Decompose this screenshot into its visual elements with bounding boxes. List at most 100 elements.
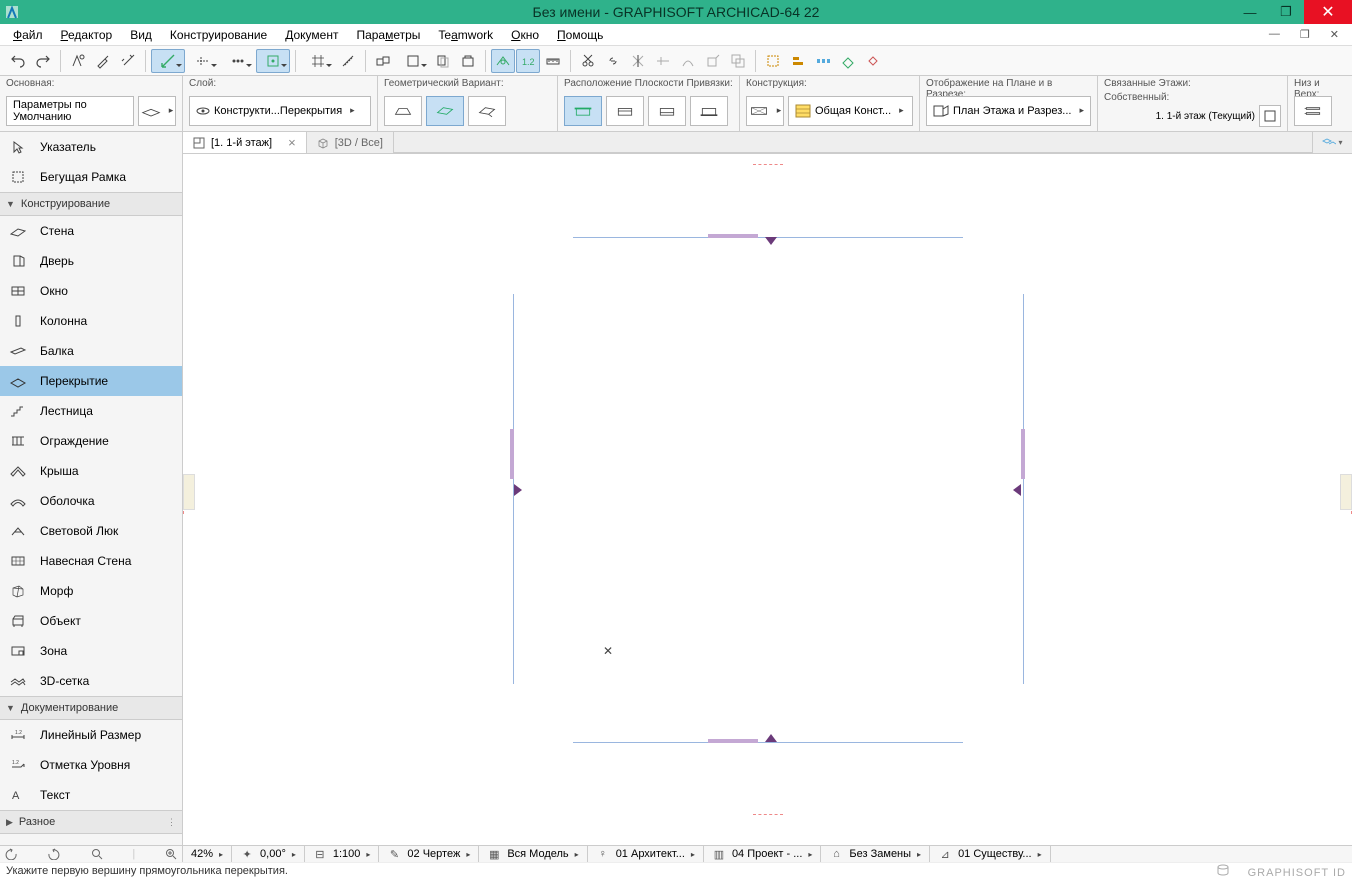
distribute-button[interactable]	[811, 49, 835, 73]
left-panel-tab[interactable]	[183, 474, 195, 510]
layer-select-button[interactable]: Конструкти...Перекрытия▸	[189, 96, 371, 126]
tool-door[interactable]: Дверь	[0, 246, 182, 276]
show-hide-button[interactable]	[491, 49, 515, 73]
refplane-core-bottom-button[interactable]	[648, 96, 686, 126]
toolbox-section-design[interactable]: ▼Конструирование	[0, 192, 182, 216]
tool-pointer[interactable]: Указатель	[0, 132, 182, 162]
right-panel-tab[interactable]	[1340, 474, 1352, 510]
undo-button[interactable]	[6, 49, 30, 73]
magic-wand-button[interactable]	[116, 49, 140, 73]
pick-button[interactable]	[66, 49, 90, 73]
tool-window[interactable]: Окно	[0, 276, 182, 306]
geom-rectangle-button[interactable]	[426, 96, 464, 126]
menu-options[interactable]: Параметры	[347, 26, 429, 44]
cursor-snap-dd[interactable]	[151, 49, 185, 73]
minimize-button[interactable]: —	[1232, 0, 1268, 24]
brand-label[interactable]: GRAPHISOFT ID	[1248, 867, 1346, 879]
tool-level[interactable]: 1.2Отметка Уровня	[0, 750, 182, 780]
menu-document[interactable]: Документ	[276, 26, 347, 44]
tab-overflow-button[interactable]: ▾	[1312, 132, 1352, 153]
nav-fwd-button[interactable]	[47, 847, 61, 861]
tab-close-icon[interactable]: ×	[288, 135, 296, 150]
refplane-top-button[interactable]	[564, 96, 602, 126]
zoom-level[interactable]: 42%▸	[183, 846, 232, 862]
zoom-button[interactable]	[90, 847, 104, 861]
tool-railing[interactable]: Ограждение	[0, 426, 182, 456]
tool-dimension[interactable]: 1.2Линейный Размер	[0, 720, 182, 750]
tool-shell[interactable]: Оболочка	[0, 486, 182, 516]
orientation[interactable]: ✦0,00°▸	[232, 846, 305, 862]
home-story-button[interactable]	[1259, 105, 1281, 127]
default-settings-button[interactable]: Параметры по Умолчанию	[6, 96, 134, 126]
gravity-dd[interactable]	[396, 49, 430, 73]
status-mvo[interactable]: ▥04 Проект - ...▸	[704, 846, 821, 862]
tool-morph[interactable]: Морф	[0, 576, 182, 606]
status-layer-combo[interactable]: ♀01 Архитект...▸	[588, 846, 704, 862]
autogroup-button[interactable]	[861, 49, 885, 73]
nav-back-button[interactable]	[4, 847, 18, 861]
construction-basic-button[interactable]: ▸	[746, 96, 784, 126]
tool-text[interactable]: AТекст	[0, 780, 182, 810]
menu-teamwork[interactable]: Teamwork	[429, 26, 502, 44]
tool-slab[interactable]: Перекрытие	[0, 366, 182, 396]
trace-ref-button[interactable]	[456, 49, 480, 73]
intersect-button[interactable]	[726, 49, 750, 73]
status-penset[interactable]: ✎02 Чертеж▸	[379, 846, 479, 862]
mdi-close[interactable]: ✕	[1321, 26, 1348, 43]
tab-3d[interactable]: [3D / Все]	[307, 132, 394, 153]
resize-button[interactable]	[676, 49, 700, 73]
align-button[interactable]	[786, 49, 810, 73]
redo-button[interactable]	[31, 49, 55, 73]
element-snap-dd[interactable]	[256, 49, 290, 73]
geom-rotrect-button[interactable]	[468, 96, 506, 126]
mdi-restore[interactable]: ❐	[1291, 26, 1319, 43]
snap-points-dd[interactable]	[221, 49, 255, 73]
menu-file[interactable]: Файл	[4, 26, 52, 44]
tool-curtainwall[interactable]: Навесная Стена	[0, 546, 182, 576]
menu-view[interactable]: Вид	[121, 26, 161, 44]
grid-snap-dd[interactable]	[301, 49, 335, 73]
canvas[interactable]: ✕	[183, 154, 1352, 845]
mdi-minimize[interactable]: —	[1260, 26, 1289, 43]
tool-column[interactable]: Колонна	[0, 306, 182, 336]
dimension-button[interactable]: 1.2	[516, 49, 540, 73]
suspend-groups-button[interactable]	[371, 49, 395, 73]
menu-window[interactable]: Окно	[502, 26, 548, 44]
slab-type-icon-button[interactable]: ▸	[138, 96, 176, 126]
ruler-button[interactable]	[336, 49, 360, 73]
tool-marquee[interactable]: Бегущая Рамка	[0, 162, 182, 192]
close-button[interactable]: ✕	[1304, 0, 1352, 24]
split-button[interactable]	[626, 49, 650, 73]
guide-lines-dd[interactable]	[186, 49, 220, 73]
edit-selection-button[interactable]	[761, 49, 785, 73]
construction-composite-button[interactable]: Общая Конст...▸	[788, 96, 913, 126]
tool-zone[interactable]: Зона	[0, 636, 182, 666]
floor-plan-display-button[interactable]: План Этажа и Разрез...▸	[926, 96, 1091, 126]
menu-design[interactable]: Конструирование	[161, 26, 276, 44]
trim-button[interactable]	[651, 49, 675, 73]
tab-floorplan[interactable]: [1. 1-й этаж] ×	[183, 132, 307, 153]
tool-object[interactable]: Объект	[0, 606, 182, 636]
adjust-button[interactable]	[701, 49, 725, 73]
tool-beam[interactable]: Балка	[0, 336, 182, 366]
solid-ops-button[interactable]	[836, 49, 860, 73]
menu-help[interactable]: Помощь	[548, 26, 612, 44]
fit-button[interactable]	[164, 847, 178, 861]
maximize-button[interactable]: ❐	[1268, 0, 1304, 24]
link-button[interactable]	[601, 49, 625, 73]
geom-polygon-button[interactable]	[384, 96, 422, 126]
toolbox-section-misc[interactable]: ▶Разное⋮	[0, 810, 182, 834]
eyedropper-button[interactable]	[91, 49, 115, 73]
status-reno[interactable]: ⌂Без Замены▸	[821, 846, 930, 862]
measure-button[interactable]	[541, 49, 565, 73]
status-partial-display[interactable]: ▦Вся Модель▸	[479, 846, 587, 862]
tool-wall[interactable]: Стена	[0, 216, 182, 246]
tool-stair[interactable]: Лестница	[0, 396, 182, 426]
elevation-button[interactable]	[1294, 96, 1332, 126]
refplane-bottom-button[interactable]	[690, 96, 728, 126]
scale[interactable]: ⊟1:100▸	[305, 846, 380, 862]
trace-button[interactable]	[431, 49, 455, 73]
tool-mesh[interactable]: 3D-сетка	[0, 666, 182, 696]
toolbox-section-document[interactable]: ▼Документирование	[0, 696, 182, 720]
tool-roof[interactable]: Крыша	[0, 456, 182, 486]
